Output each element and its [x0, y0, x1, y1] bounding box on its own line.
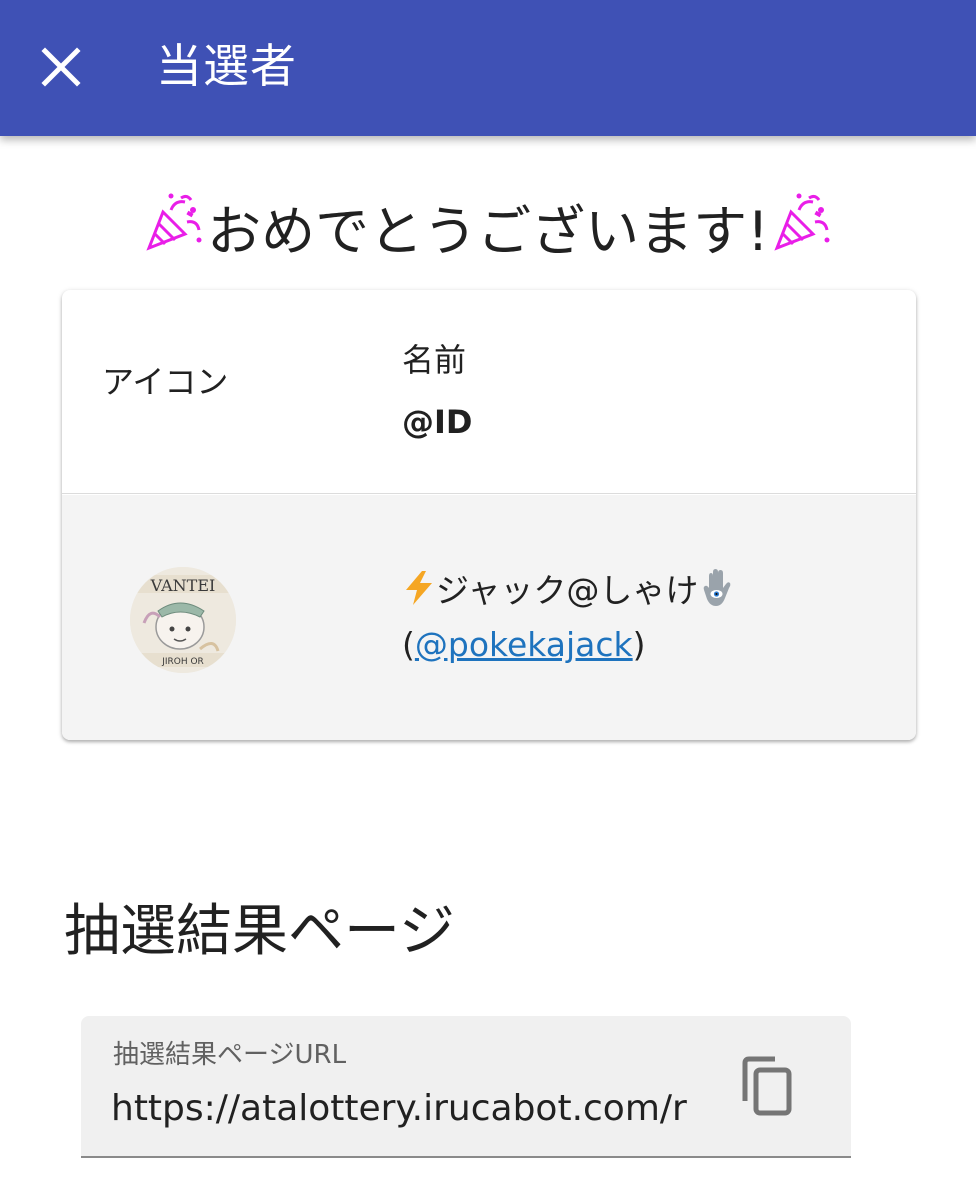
section-title: 抽選結果ページ: [64, 899, 455, 964]
congratulations-text: おめでとうございます!: [207, 200, 769, 263]
winner-id-link[interactable]: @pokekajack: [415, 625, 633, 664]
party-popper-icon: [769, 190, 835, 276]
congratulations-heading: おめでとうございます!: [0, 190, 976, 276]
party-popper-icon: [141, 190, 207, 276]
table-row: VANTEI JIROH OR ジャック@しゃけ (@pokekajack): [62, 495, 916, 740]
lightning-icon: [402, 570, 436, 619]
copy-icon: [742, 1056, 792, 1116]
result-url-field[interactable]: 抽選結果ページURL: [81, 1016, 851, 1158]
winner-name-text: ジャック@しゃけ: [436, 571, 699, 610]
close-icon: [41, 47, 81, 87]
winners-table-card: アイコン 名前 @ID VANTEI JIROH OR ジャック@しゃけ (@p…: [62, 290, 916, 740]
table-header: アイコン 名前 @ID: [62, 290, 916, 494]
id-close-paren: ): [632, 625, 646, 664]
id-open-paren: (: [402, 625, 415, 664]
page-title: 当選者: [156, 39, 297, 93]
svg-text:VANTEI: VANTEI: [150, 576, 216, 595]
winner-name: ジャック@しゃけ: [402, 567, 734, 621]
avatar: VANTEI JIROH OR: [130, 567, 236, 673]
app-bar: 当選者: [0, 0, 976, 136]
result-url-label: 抽選結果ページURL: [113, 1040, 347, 1070]
svg-text:JIROH OR: JIROH OR: [161, 657, 204, 667]
copy-button[interactable]: [731, 1050, 803, 1122]
column-header-icon: アイコン: [102, 363, 229, 401]
close-button[interactable]: [28, 34, 94, 100]
column-header-name: 名前: [402, 341, 467, 379]
hamsa-icon: [700, 568, 734, 621]
winner-id: (@pokekajack): [402, 621, 646, 669]
column-header-id: @ID: [402, 403, 473, 441]
result-url-input[interactable]: [111, 1082, 699, 1134]
